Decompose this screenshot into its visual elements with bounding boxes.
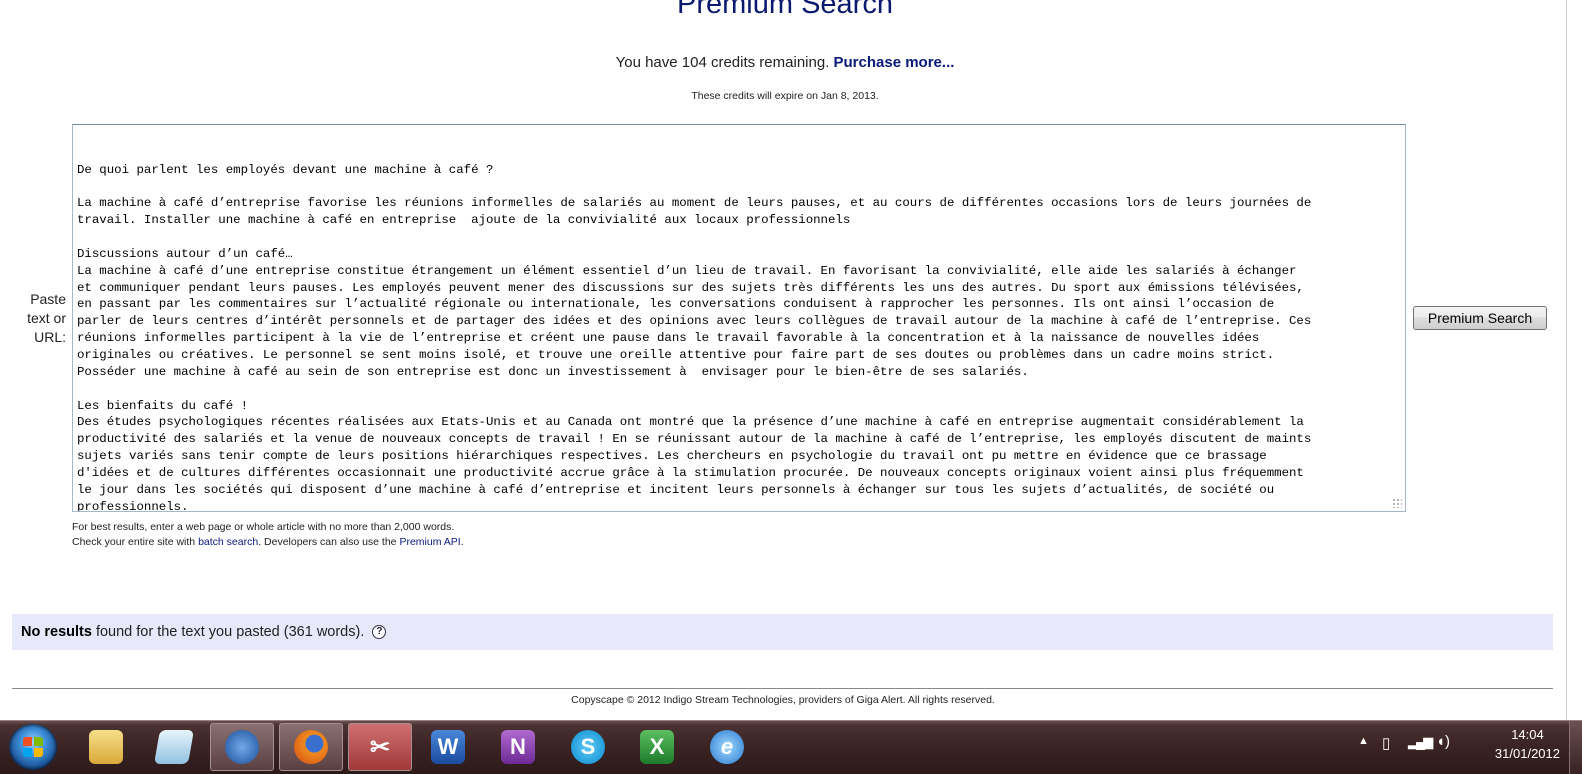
folder-icon [89,730,123,764]
scissors-icon: ✂ [369,733,391,761]
text-line: Posséder une machine à café au sein de s… [77,364,1029,379]
text-line [77,229,1401,246]
show-desktop-button[interactable] [1569,721,1582,774]
paste-label: Paste text or URL: [18,290,66,347]
scrollbar-edge [1566,0,1567,720]
text-input-area[interactable]: De quoi parlent les employés devant une … [72,124,1406,512]
text-line [77,381,1401,398]
purchase-more-link[interactable]: Purchase more... [834,54,955,71]
device-icon[interactable]: ▯ [1382,734,1390,752]
text-line: productivité des salariés et la venue de… [77,432,1312,447]
windows-taskbar: ✂ W N S X e ▲ ▯ ▂▄▆ ◖) 14:04 31/01/2012 [0,720,1582,774]
taskbar-excel[interactable]: X [625,723,689,771]
premium-search-button[interactable]: Premium Search [1413,306,1547,330]
text-line: originales ou créatives. Le personnel se… [77,347,1275,362]
text-line: d'idées et de cultures différentes occas… [77,465,1304,480]
text-line: en passant par les commentaires sur l’ac… [77,297,1275,312]
skype-icon: S [571,730,605,764]
paste-label-line-2: text or [27,310,66,326]
thunderbird-icon [225,730,259,764]
text-line: et communiquer pendant leurs pauses. Les… [77,280,1304,295]
taskbar-snipping-tool[interactable]: ✂ [348,723,412,771]
text-line: professionnels. [77,499,189,512]
text-line: Des études psychologiques récentes réali… [77,415,1304,430]
batch-search-link[interactable]: batch search [198,536,258,548]
results-message: found for the text you pasted (361 words… [91,624,365,640]
footer-divider [12,688,1553,689]
text-line: De quoi parlent les employés devant une … [77,162,494,177]
text-line: réunions informelles participent à la vi… [77,331,1260,346]
start-button[interactable] [9,724,57,770]
windows-logo-icon [23,737,43,757]
firefox-icon [294,730,328,764]
notepad-icon [154,730,194,764]
text-line: La machine à café d’entreprise favorise … [77,196,1312,211]
internet-explorer-icon: e [710,730,744,764]
text-line: parler de leurs centres d’intérêt person… [77,314,1312,329]
hint-line-2-prefix: Check your entire site with [72,536,199,548]
credits-expiry-note: These credits will expire on Jan 8, 2013… [691,90,879,102]
text-line: le jour dans les sociétés qui disposent … [77,482,1275,497]
paste-label-line-1: Paste [30,291,66,307]
page-title: Premium Search [677,0,893,20]
onenote-icon: N [501,730,535,764]
taskbar-thunderbird[interactable] [210,723,274,771]
search-hints: For best results, enter a web page or wh… [72,520,464,550]
results-status: No results [21,624,92,640]
taskbar-firefox[interactable] [279,723,343,771]
text-line: Discussions autour d’un café… [77,246,293,261]
resize-grip-icon[interactable] [1392,498,1402,508]
excel-icon: X [640,730,674,764]
help-icon[interactable]: ? [372,625,387,640]
results-banner: No results found for the text you pasted… [12,614,1553,650]
credits-text: You have 104 credits remaining. [615,54,830,71]
taskbar-onenote[interactable]: N [486,723,550,771]
copyright-footer: Copyscape © 2012 Indigo Stream Technolog… [571,694,995,706]
hint-line-2: Check your entire site with batch search… [72,535,464,550]
taskbar-explorer[interactable] [74,723,138,771]
text-line: Les bienfaits du café ! [77,398,249,413]
clock-time: 14:04 [1511,727,1544,742]
credits-line: You have 104 credits remaining. Purchase… [0,54,1570,71]
network-signal-icon[interactable]: ▂▄▆ [1408,734,1433,750]
taskbar-clock[interactable]: 14:04 31/01/2012 [1495,725,1560,763]
taskbar-skype[interactable]: S [556,723,620,771]
text-line: La machine à café d’une entreprise const… [77,263,1297,278]
text-line: sujets variés sans tenir compte de leurs… [77,449,1267,464]
paste-label-line-3: URL: [34,329,66,345]
taskbar-internet-explorer[interactable]: e [695,723,759,771]
taskbar-notepad[interactable] [142,723,206,771]
hint-line-1: For best results, enter a web page or wh… [72,521,455,533]
hint-line-2-middle: . Developers can also use the [258,536,400,548]
text-line: travail. Installer une machine à café en… [77,213,851,228]
volume-icon[interactable]: ◖) [1436,733,1450,750]
word-icon: W [431,730,465,764]
clock-date: 31/01/2012 [1494,746,1560,761]
show-hidden-icons-icon[interactable]: ▲ [1358,735,1369,747]
text-line [77,179,1401,196]
hint-line-2-suffix: . [460,536,464,548]
taskbar-word[interactable]: W [416,723,480,771]
premium-api-link[interactable]: Premium API [399,536,460,548]
